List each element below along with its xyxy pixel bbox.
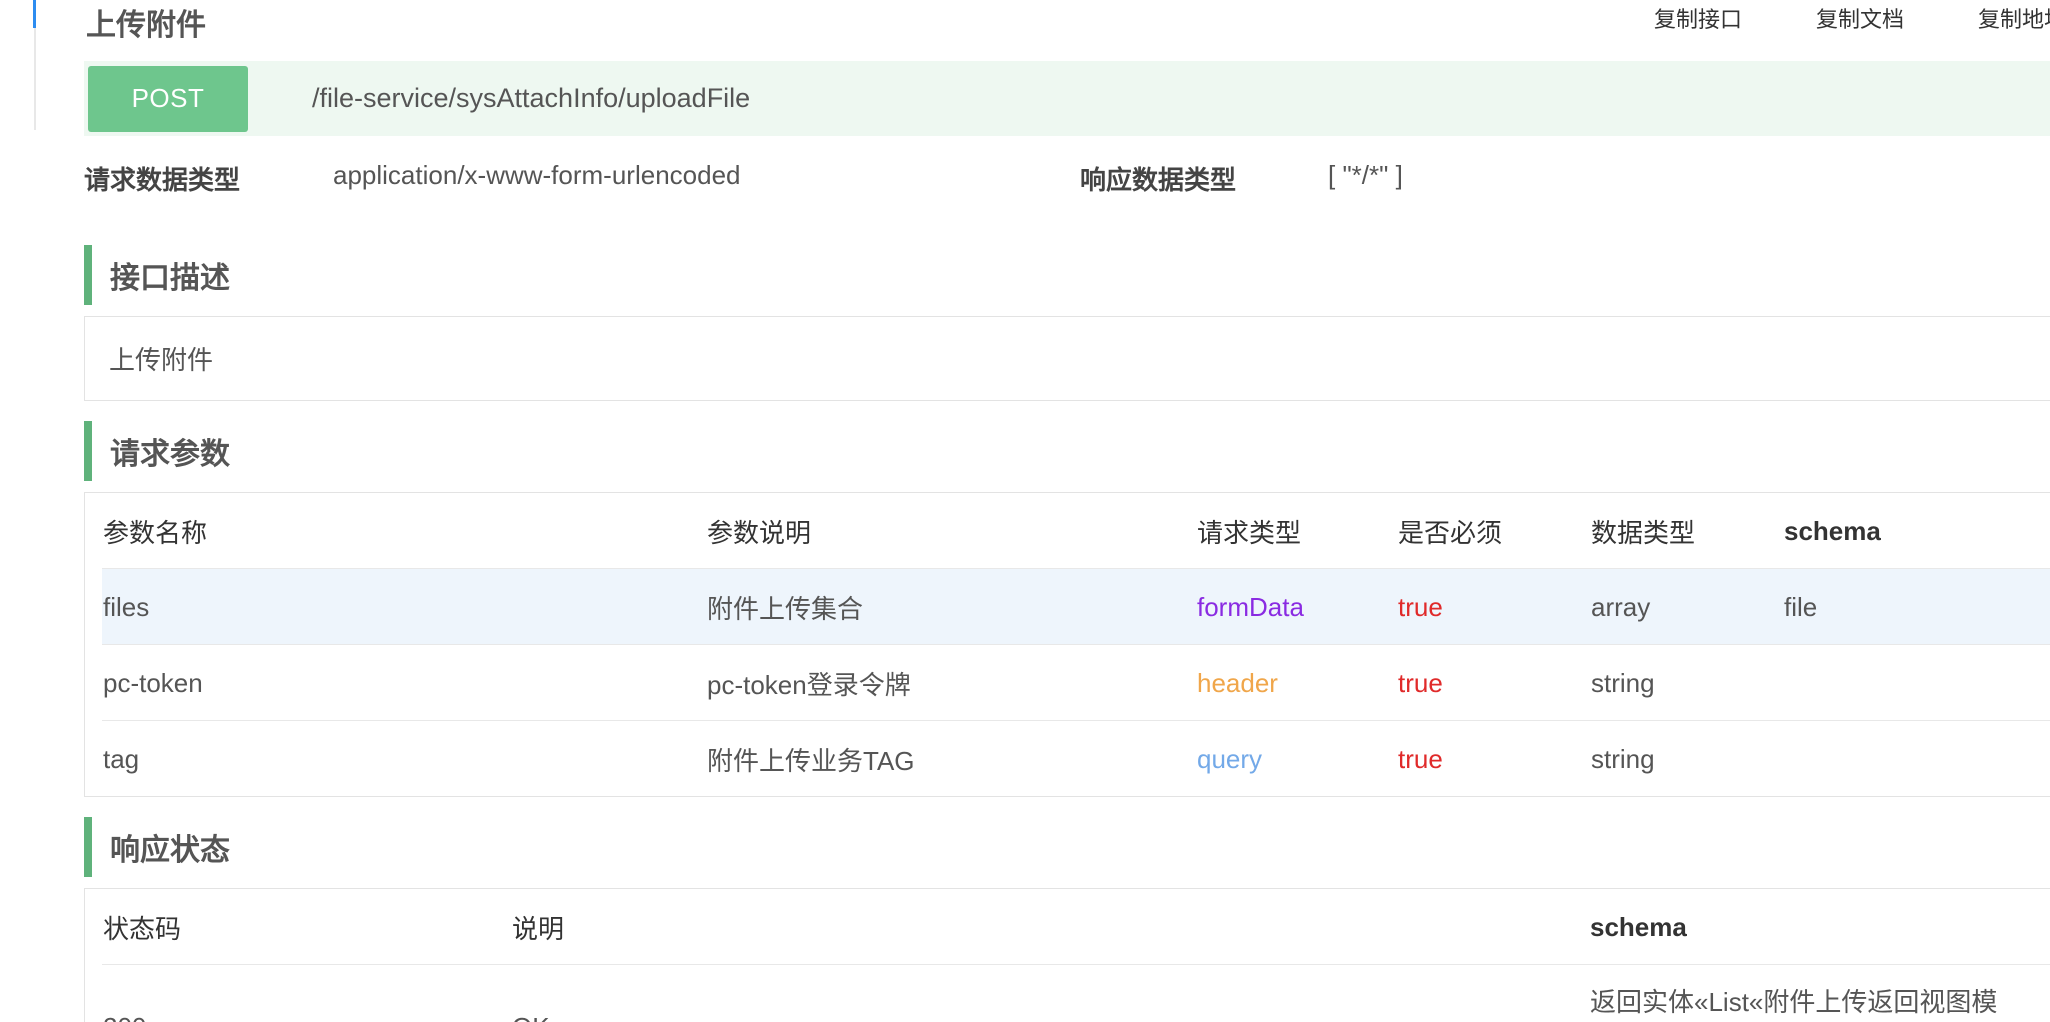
col-header-type: 数据类型	[1591, 517, 1696, 548]
param-required: true	[1398, 591, 1443, 622]
active-nav-indicator	[33, 0, 36, 28]
param-in: header	[1197, 667, 1278, 698]
api-doc-panel: 上传附件 复制接口 复制文档 复制地址 POST /file-service/s…	[84, 0, 2050, 1022]
copy-api-button[interactable]: 复制接口	[1654, 2, 1742, 34]
description-box: 上传附件	[84, 316, 2050, 401]
content-types-row: 请求数据类型 application/x-www-form-urlencoded…	[84, 160, 2050, 200]
param-schema: file	[1784, 591, 1818, 622]
table-row[interactable]: tag 附件上传业务TAG query true string	[102, 721, 2050, 797]
param-required: true	[1398, 743, 1443, 774]
col-header-schema: schema	[1784, 515, 1881, 546]
section-title-params: 请求参数	[84, 421, 230, 481]
table-row[interactable]: 200 OK 返回实体«List«附件上传返回视图模	[102, 965, 2050, 1022]
param-desc: 附件上传业务TAG	[707, 745, 915, 776]
param-in: query	[1197, 743, 1263, 774]
description-text: 上传附件	[109, 345, 214, 375]
response-type-value: [ "*/*" ]	[1328, 160, 1403, 190]
response-type-label: 响应数据类型	[1080, 165, 1237, 195]
param-desc: pc-token登录令牌	[707, 669, 911, 700]
endpoint-bar: POST /file-service/sysAttachInfo/uploadF…	[84, 61, 2050, 136]
param-required: true	[1398, 667, 1443, 698]
col-header-code: 状态码	[103, 913, 182, 944]
response-schema[interactable]: 返回实体«List«附件上传返回视图模	[1590, 962, 1997, 1022]
param-name: tag	[103, 743, 140, 774]
param-desc: 附件上传集合	[707, 593, 864, 624]
doc-actions: 复制接口 复制文档 复制地址	[1654, 2, 2050, 34]
table-header-row: 状态码 说明 schema	[102, 889, 2050, 965]
table-row[interactable]: files 附件上传集合 formData true array file	[102, 569, 2050, 645]
http-method-badge: POST	[88, 65, 248, 132]
request-type-label: 请求数据类型	[84, 165, 241, 195]
table-row[interactable]: pc-token pc-token登录令牌 header true string	[102, 645, 2050, 721]
copy-url-button[interactable]: 复制地址	[1978, 2, 2050, 34]
page-title: 上传附件	[86, 9, 206, 42]
col-header-name: 参数名称	[103, 517, 208, 548]
table-header-row: 参数名称 参数说明 请求类型 是否必须 数据类型 schema	[102, 493, 2050, 569]
col-header-schema: schema	[1590, 911, 1687, 942]
col-header-desc: 参数说明	[707, 517, 812, 548]
param-type: string	[1591, 743, 1655, 774]
col-header-required: 是否必须	[1398, 517, 1503, 548]
responses-table: 状态码 说明 schema 200 OK 返回实体«List«附件上传返回视图模	[84, 888, 2050, 1022]
request-type-value: application/x-www-form-urlencoded	[333, 160, 741, 190]
response-code: 200	[103, 989, 146, 1022]
endpoint-path: /file-service/sysAttachInfo/uploadFile	[312, 83, 751, 113]
section-title-responses: 响应状态	[84, 817, 230, 877]
col-header-in: 请求类型	[1197, 517, 1302, 548]
response-desc: OK	[512, 989, 550, 1022]
param-type: array	[1591, 591, 1651, 622]
param-name: files	[103, 591, 150, 622]
section-title-description: 接口描述	[84, 245, 230, 305]
param-type: string	[1591, 667, 1655, 698]
param-in: formData	[1197, 591, 1304, 622]
col-header-desc: 说明	[512, 913, 565, 944]
copy-doc-button[interactable]: 复制文档	[1816, 2, 1904, 34]
left-nav-rail	[0, 0, 36, 130]
param-name: pc-token	[103, 667, 203, 698]
params-table: 参数名称 参数说明 请求类型 是否必须 数据类型 schema files 附件…	[84, 492, 2050, 797]
